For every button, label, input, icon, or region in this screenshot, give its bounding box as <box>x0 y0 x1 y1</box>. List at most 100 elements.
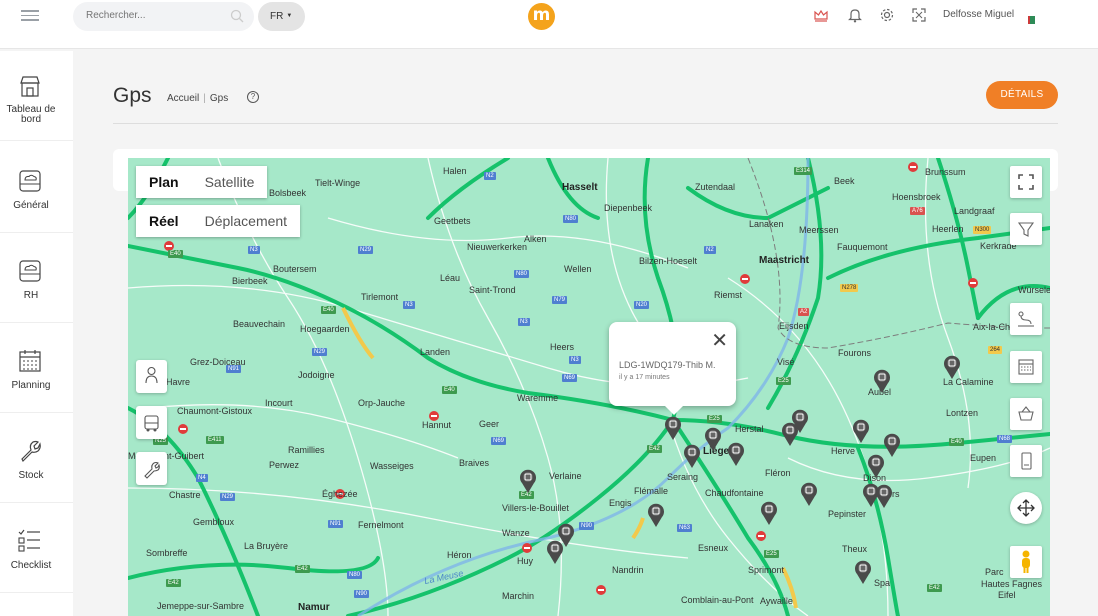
vehicle-pin[interactable] <box>853 559 873 585</box>
gear-icon[interactable] <box>878 6 896 24</box>
map-place: Meerssen <box>799 225 839 235</box>
vehicle-pin[interactable] <box>799 481 819 507</box>
vehicle-pin[interactable] <box>646 502 666 528</box>
details-button[interactable]: DÉTAILS <box>986 81 1058 109</box>
search-icon[interactable] <box>230 9 244 23</box>
map-place: Landen <box>420 347 451 357</box>
map-place: Hautes Fagnes <box>981 579 1043 589</box>
vehicle-pin[interactable] <box>663 415 683 441</box>
user-name[interactable]: Delfosse Miguel <box>943 9 1014 20</box>
vehicle-pin[interactable] <box>545 539 565 565</box>
sidebar-item-stock[interactable]: Stock <box>0 413 73 503</box>
map[interactable]: Halen Hasselt Zutendaal Beek Brunssum Ho… <box>128 158 1050 616</box>
top-bar: FR▼ m Delfosse Miguel <box>0 0 1098 49</box>
map-place: Comblain-au-Pont <box>681 595 754 605</box>
vehicle-pin[interactable] <box>703 426 723 452</box>
map-place: Heers <box>550 342 575 352</box>
vehicle-pin[interactable] <box>872 368 892 394</box>
person-filter-button[interactable] <box>136 360 167 393</box>
map-place: Hasselt <box>562 182 598 193</box>
vehicle-pin[interactable] <box>851 418 871 444</box>
map-place: Brunssum <box>925 167 966 177</box>
fullscreen-icon[interactable] <box>910 6 928 24</box>
vehicle-info-window: ✕ LDG-1WDQ179-Thib M. il y a 17 minutes <box>609 322 736 415</box>
vehicle-pin[interactable] <box>682 443 702 469</box>
tool-filter-button[interactable] <box>136 452 167 485</box>
map-place: Verlaine <box>549 471 582 481</box>
language-select[interactable]: FR ▼ <box>258 2 305 31</box>
map-place: Lanaken <box>749 219 784 229</box>
map-place: Havre <box>166 377 191 387</box>
map-place: Parc <box>985 567 1004 577</box>
vehicle-pin[interactable] <box>518 468 538 494</box>
map-place: Tirlemont <box>361 292 399 302</box>
street-view-button[interactable] <box>1010 546 1042 578</box>
fullscreen-button[interactable] <box>1010 166 1042 198</box>
crown-icon[interactable] <box>812 6 830 24</box>
map-place: Alken <box>524 234 547 244</box>
map-place: Boutersem <box>273 264 317 274</box>
map-mode-real[interactable]: Réel <box>136 205 192 237</box>
map-place: Chaudfontaine <box>705 488 764 498</box>
app-logo[interactable]: m <box>528 3 555 30</box>
map-place: Perwez <box>269 460 300 470</box>
pan-control[interactable] <box>1010 492 1042 524</box>
sidebar-item-dashboard[interactable]: Tableau de bord <box>0 51 73 141</box>
map-place: Gembloux <box>193 517 235 527</box>
basket-button[interactable] <box>1010 398 1042 430</box>
map-mode-toggle: Réel Déplacement <box>136 205 301 237</box>
filter-icon <box>1017 222 1035 237</box>
sidebar-item-checklist[interactable]: Checklist <box>0 503 73 593</box>
map-place: Esneux <box>698 543 729 553</box>
map-place: Hoegaarden <box>300 324 350 334</box>
vehicle-pin[interactable] <box>790 408 810 434</box>
map-place: Sprimont <box>748 565 785 575</box>
map-place: Herve <box>831 446 856 456</box>
map-place: Heerlen <box>932 224 964 234</box>
car-icon <box>144 415 159 432</box>
close-icon[interactable]: ✕ <box>711 331 728 351</box>
map-place: Jemeppe-sur-Sambre <box>157 601 245 611</box>
map-place: Nieuwerkerken <box>467 242 528 252</box>
map-mode-trip[interactable]: Déplacement <box>192 205 301 237</box>
map-place: Bilzen-Hoeselt <box>639 256 698 266</box>
map-place: Chaumont-Gistoux <box>177 406 253 416</box>
sidebar-item-general[interactable]: Général <box>0 143 73 233</box>
map-place: Huy <box>517 556 534 566</box>
map-place: Pepinster <box>828 509 867 519</box>
vehicle-pin[interactable] <box>866 453 886 479</box>
map-place: Nandrin <box>612 565 644 575</box>
vehicle-pin[interactable] <box>874 483 894 509</box>
map-type-satellite[interactable]: Satellite <box>192 166 268 198</box>
map-place: Würselen <box>1018 285 1050 295</box>
map-place: La Bruyère <box>244 541 289 551</box>
search-box[interactable] <box>73 2 254 31</box>
search-input[interactable] <box>86 10 216 21</box>
cloud-drive-icon <box>19 260 41 282</box>
bell-icon[interactable] <box>846 6 864 24</box>
map-place: Hoensbroek <box>892 192 941 202</box>
help-icon[interactable]: ? <box>247 91 259 103</box>
vehicle-pin[interactable] <box>942 354 962 380</box>
map-place: Chastre <box>169 490 201 500</box>
map-type-plan[interactable]: Plan <box>136 166 192 198</box>
map-place: Jodoigne <box>298 370 335 380</box>
sidebar-item-label: Checklist <box>10 560 52 571</box>
move-icon <box>1017 499 1035 517</box>
map-place: Landgraaf <box>954 206 995 216</box>
device-button[interactable] <box>1010 445 1042 477</box>
calendar-button[interactable] <box>1010 351 1042 383</box>
filter-button[interactable] <box>1010 213 1042 245</box>
breadcrumb-home[interactable]: Accueil <box>167 93 199 104</box>
sidebar-item-rh[interactable]: RH <box>0 233 73 323</box>
map-place: Fourons <box>838 348 872 358</box>
vehicle-pin[interactable] <box>726 441 746 467</box>
vehicle-filter-button[interactable] <box>136 406 167 439</box>
sidebar-item-label: Planning <box>11 380 51 391</box>
vehicle-pin[interactable] <box>759 500 779 526</box>
route-button[interactable] <box>1010 303 1042 335</box>
map-place: Eupen <box>970 453 997 463</box>
menu-toggle-icon[interactable] <box>21 10 39 24</box>
wrench-icon <box>144 461 160 479</box>
sidebar-item-planning[interactable]: Planning <box>0 323 73 413</box>
